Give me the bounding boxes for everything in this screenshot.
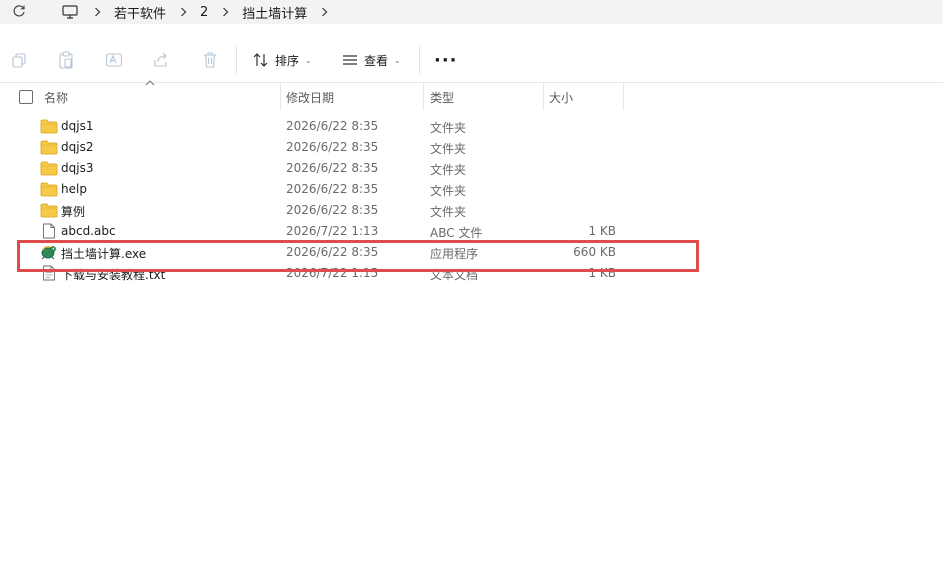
column-name[interactable]: 名称 xyxy=(44,84,68,110)
column-modified[interactable]: 修改日期 xyxy=(286,84,334,110)
toolbar-divider xyxy=(236,46,237,74)
chevron-right-icon[interactable] xyxy=(220,6,230,18)
breadcrumb-item-2[interactable]: 2 xyxy=(200,5,208,20)
breadcrumb-item-software[interactable]: 若干软件 xyxy=(114,3,166,22)
delete-icon[interactable] xyxy=(201,51,219,69)
chevron-right-icon[interactable] xyxy=(92,6,102,18)
folder-icon xyxy=(40,202,58,218)
share-icon[interactable] xyxy=(152,51,170,69)
column-size[interactable]: 大小 xyxy=(549,84,573,110)
file-modified: 2026/6/22 8:35 xyxy=(286,203,379,217)
file-type: 文件夹 xyxy=(430,205,467,219)
file-type: 文件夹 xyxy=(430,163,467,177)
file-name: 挡土墙计算.exe xyxy=(61,247,147,261)
sort-icon xyxy=(253,53,268,67)
view-label: 查看 xyxy=(364,53,389,68)
file-type: 文本文档 xyxy=(430,268,479,282)
chevron-right-icon[interactable] xyxy=(178,6,188,18)
file-modified: 2026/6/22 8:35 xyxy=(286,161,379,175)
file-row-help[interactable]: help 2026/6/22 8:35 文件夹 xyxy=(0,179,943,200)
address-bar: 若干软件 2 挡土墙计算 xyxy=(0,0,943,24)
file-name: dqjs3 xyxy=(61,161,94,175)
select-all-checkbox[interactable] xyxy=(19,90,33,104)
file-type: ABC 文件 xyxy=(430,226,483,240)
file-name: 算例 xyxy=(61,205,86,219)
file-type: 文件夹 xyxy=(430,142,467,156)
folder-icon xyxy=(40,139,58,155)
file-row-dqjs3[interactable]: dqjs3 2026/6/22 8:35 文件夹 xyxy=(0,158,943,179)
app-exe-icon xyxy=(40,244,58,260)
folder-icon xyxy=(40,181,58,197)
file-name: help xyxy=(61,182,87,196)
column-header: 名称 修改日期 类型 大小 xyxy=(0,84,943,110)
copy-icon[interactable] xyxy=(10,51,28,69)
file-name: 下载与安装教程.txt xyxy=(61,268,166,282)
this-pc-icon[interactable] xyxy=(60,3,80,21)
column-divider[interactable] xyxy=(423,84,424,110)
file-size: 1 KB xyxy=(588,224,616,238)
file-row-exe[interactable]: 挡土墙计算.exe 2026/6/22 8:35 应用程序 660 KB xyxy=(0,242,943,263)
file-row-txt[interactable]: 下载与安装教程.txt 2026/7/22 1:15 文本文档 1 KB xyxy=(0,263,943,284)
file-modified: 2026/6/22 8:35 xyxy=(286,245,379,259)
file-modified: 2026/6/22 8:35 xyxy=(286,119,379,133)
file-row-abcd[interactable]: abcd.abc 2026/7/22 1:13 ABC 文件 1 KB xyxy=(0,221,943,242)
view-icon xyxy=(343,55,357,65)
file-size: 1 KB xyxy=(588,266,616,280)
refresh-icon[interactable] xyxy=(11,3,27,19)
chevron-down-icon: ⌄ xyxy=(305,55,312,65)
file-name: dqjs2 xyxy=(61,140,94,154)
file-size: 660 KB xyxy=(573,245,616,259)
document-icon xyxy=(40,223,58,239)
text-file-icon xyxy=(40,265,58,281)
file-name: abcd.abc xyxy=(61,224,116,238)
file-modified: 2026/7/22 1:13 xyxy=(286,224,379,238)
file-modified: 2026/7/22 1:15 xyxy=(286,266,379,280)
file-modified: 2026/6/22 8:35 xyxy=(286,140,379,154)
folder-icon xyxy=(40,118,58,134)
breadcrumb-item-current[interactable]: 挡土墙计算 xyxy=(242,3,307,22)
folder-icon xyxy=(40,160,58,176)
more-options-icon[interactable]: ··· xyxy=(434,50,458,71)
file-name: dqjs1 xyxy=(61,119,94,133)
sort-label: 排序 xyxy=(275,53,300,68)
file-type: 应用程序 xyxy=(430,247,479,261)
column-divider[interactable] xyxy=(280,84,281,110)
toolbar-divider xyxy=(419,46,420,74)
column-divider[interactable] xyxy=(543,84,544,110)
paste-icon[interactable] xyxy=(57,51,75,69)
file-row-dqjs1[interactable]: dqjs1 2026/6/22 8:35 文件夹 xyxy=(0,116,943,137)
file-type: 文件夹 xyxy=(430,121,467,135)
command-bar: 排序 ⌄ 查看 ⌄ ··· xyxy=(0,38,943,83)
column-divider[interactable] xyxy=(623,84,624,110)
file-explorer-window: 若干软件 2 挡土墙计算 排序 ⌄ 查看 ⌄ ··· 名称 修改日期 类型 大小… xyxy=(0,0,943,566)
file-type: 文件夹 xyxy=(430,184,467,198)
breadcrumb: 若干软件 2 挡土墙计算 xyxy=(56,0,341,24)
view-button[interactable]: 查看 ⌄ xyxy=(342,49,401,71)
rename-icon[interactable] xyxy=(105,51,123,69)
sort-button[interactable]: 排序 ⌄ xyxy=(253,49,312,71)
column-type[interactable]: 类型 xyxy=(430,84,454,110)
file-row-examples[interactable]: 算例 2026/6/22 8:35 文件夹 xyxy=(0,200,943,221)
file-modified: 2026/6/22 8:35 xyxy=(286,182,379,196)
file-row-dqjs2[interactable]: dqjs2 2026/6/22 8:35 文件夹 xyxy=(0,137,943,158)
chevron-down-icon: ⌄ xyxy=(394,55,401,65)
chevron-right-icon[interactable] xyxy=(319,6,329,18)
